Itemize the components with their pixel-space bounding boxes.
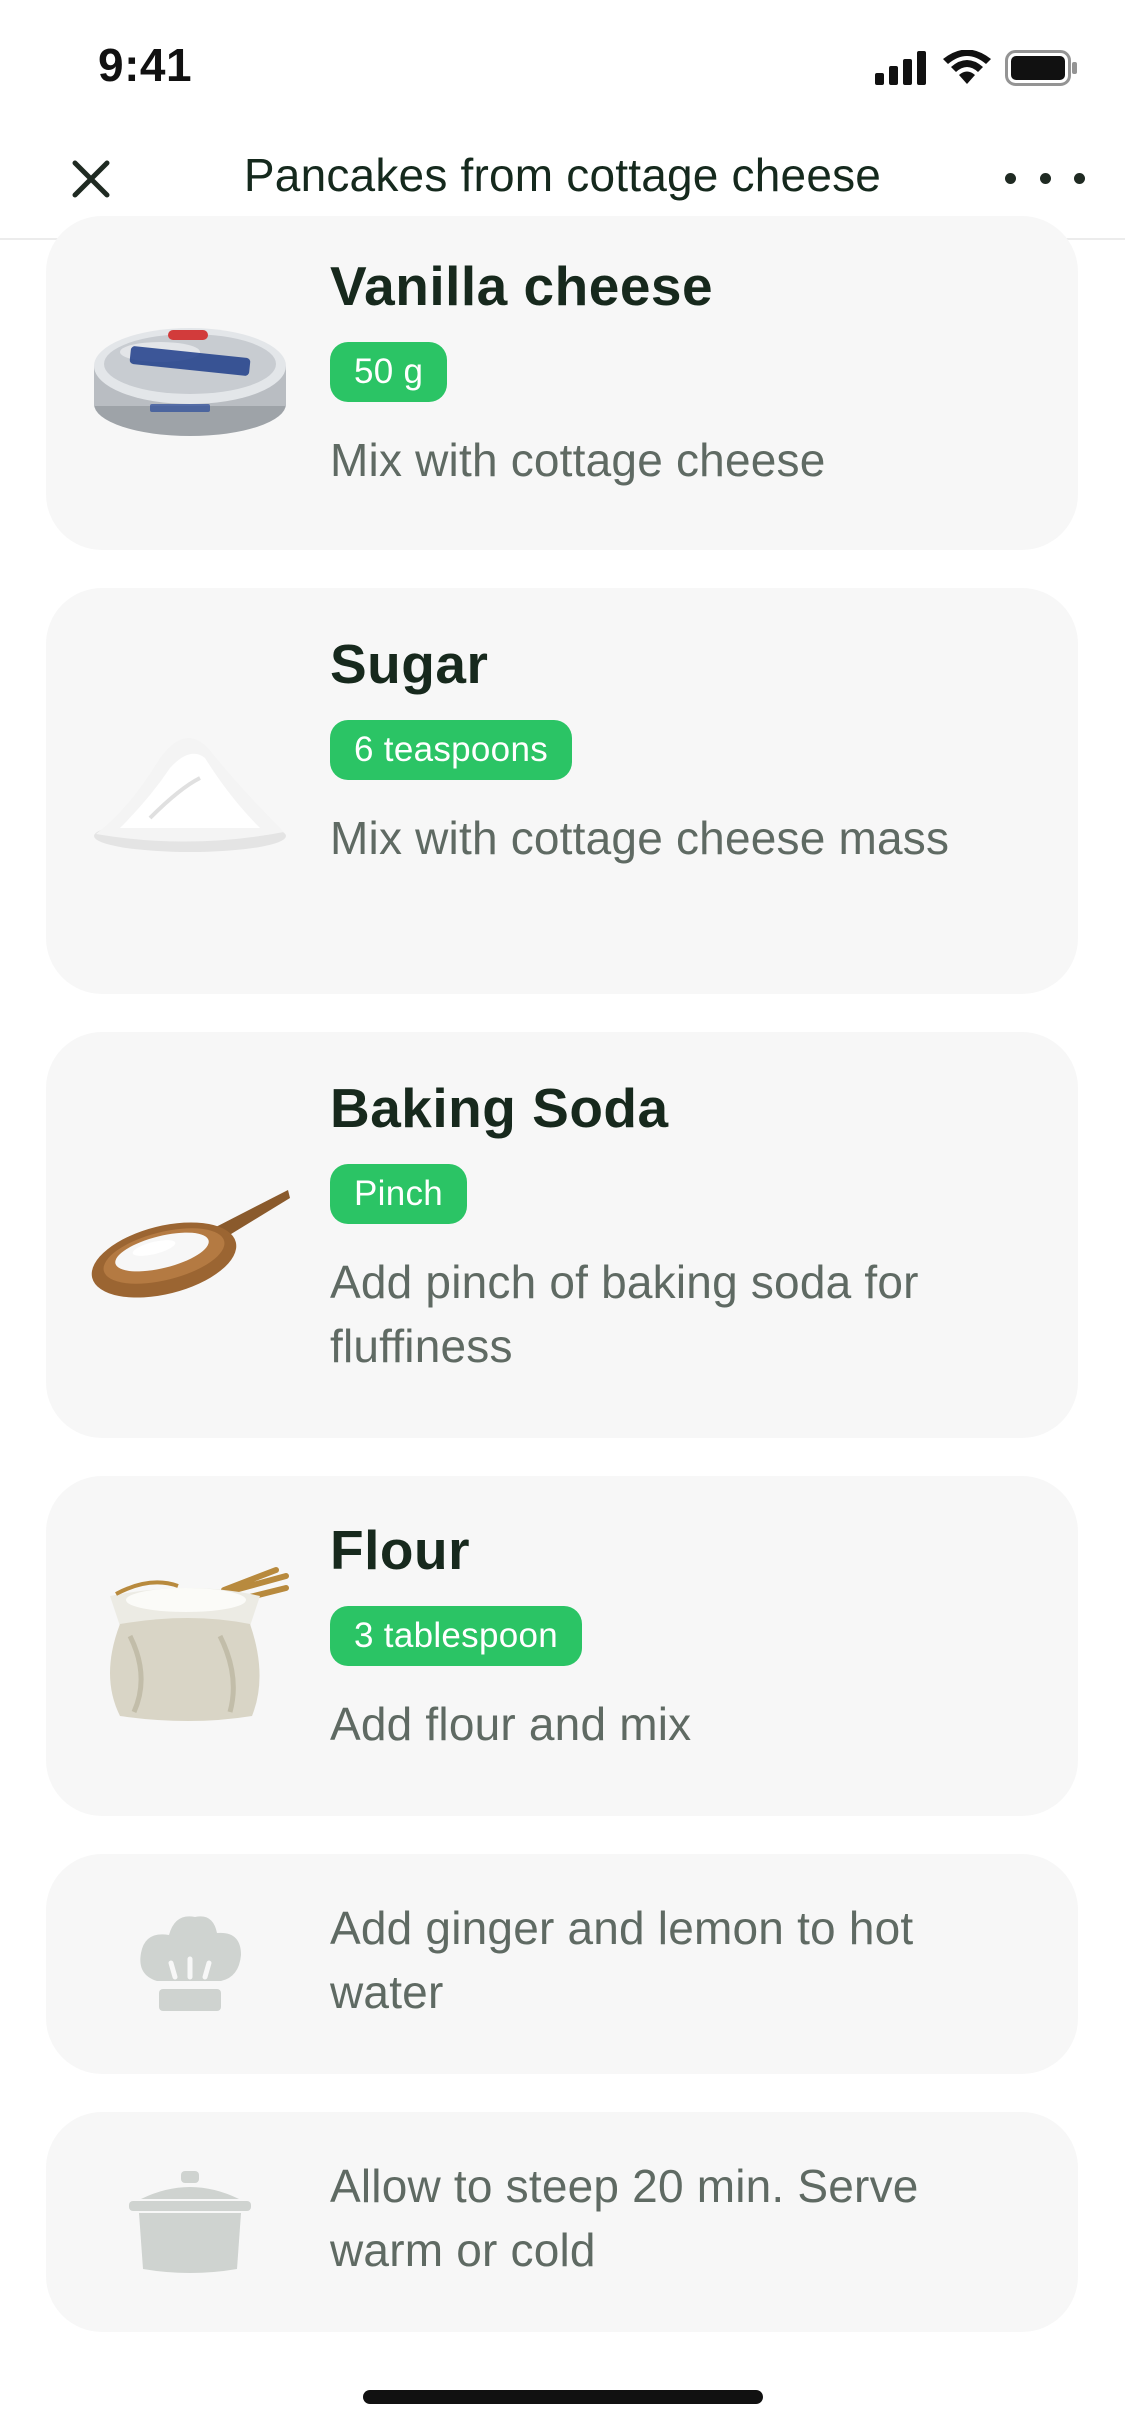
status-time: 9:41	[98, 39, 193, 91]
amount-badge: 6 teaspoons	[330, 720, 573, 780]
chef-hat-icon	[140, 1916, 241, 2011]
flour-sack-icon	[110, 1567, 289, 1721]
ingredient-name: Flour	[330, 1519, 470, 1581]
amount-badge: 3 tablespoon	[330, 1606, 583, 1666]
ingredient-note: Mix with cottage cheese	[330, 434, 826, 486]
cream-cheese-tub-icon	[94, 328, 286, 436]
step-icon-wrap	[90, 2164, 290, 2280]
battery-icon	[1005, 50, 1077, 86]
amount-badge: 50 g	[330, 342, 448, 402]
cellular-signal-icon	[875, 51, 926, 85]
step-card-steep-serve[interactable]: Allow to steep 20 min. Serve warm or col…	[46, 2112, 1078, 2332]
ingredient-card-sugar[interactable]: Sugar 6 teaspoons Mix with cottage chees…	[46, 588, 1078, 994]
ingredient-image	[90, 1182, 290, 1302]
ingredient-image	[90, 312, 290, 442]
home-indicator[interactable]	[363, 2390, 763, 2404]
step-icon-wrap	[90, 1906, 290, 2022]
ingredient-note: Add flour and mix	[330, 1698, 692, 1750]
wifi-icon	[943, 50, 991, 84]
cooking-pot-icon	[129, 2171, 251, 2273]
ingredient-image	[90, 1566, 290, 1726]
step-card-ginger-lemon[interactable]: Add ginger and lemon to hot water	[46, 1854, 1078, 2074]
more-dot	[1039, 172, 1051, 184]
more-dot	[1074, 172, 1085, 184]
status-bar: 9:41	[0, 0, 1125, 132]
more-options-button[interactable]	[1005, 158, 1085, 198]
page-title: Pancakes from cottage cheese	[243, 149, 882, 201]
amount-badge: Pinch	[330, 1164, 468, 1224]
ingredient-note: Mix with cottage cheese mass	[330, 812, 950, 864]
wooden-spoon-icon	[91, 1190, 290, 1298]
ingredient-note: Add pinch of baking soda for fluffiness	[330, 1256, 919, 1372]
ingredient-image	[90, 718, 290, 858]
ingredient-name: Vanilla cheese	[330, 255, 714, 317]
ingredient-name: Sugar	[330, 633, 489, 695]
ingredient-name: Baking Soda	[330, 1077, 669, 1139]
more-dot	[1005, 172, 1016, 184]
status-icons	[875, 50, 1079, 86]
sugar-pile-icon	[94, 738, 286, 852]
ingredient-card-baking-soda[interactable]: Baking Soda Pinch Add pinch of baking so…	[46, 1032, 1078, 1438]
step-text: Add ginger and lemon to hot water	[330, 1902, 914, 2018]
step-text: Allow to steep 20 min. Serve warm or col…	[330, 2160, 919, 2276]
ingredient-card-flour[interactable]: Flour 3 tablespoon Add flour and mix	[46, 1476, 1078, 1816]
ingredient-card-vanilla-cheese[interactable]: Vanilla cheese 50 g Mix with cottage che…	[46, 216, 1078, 550]
